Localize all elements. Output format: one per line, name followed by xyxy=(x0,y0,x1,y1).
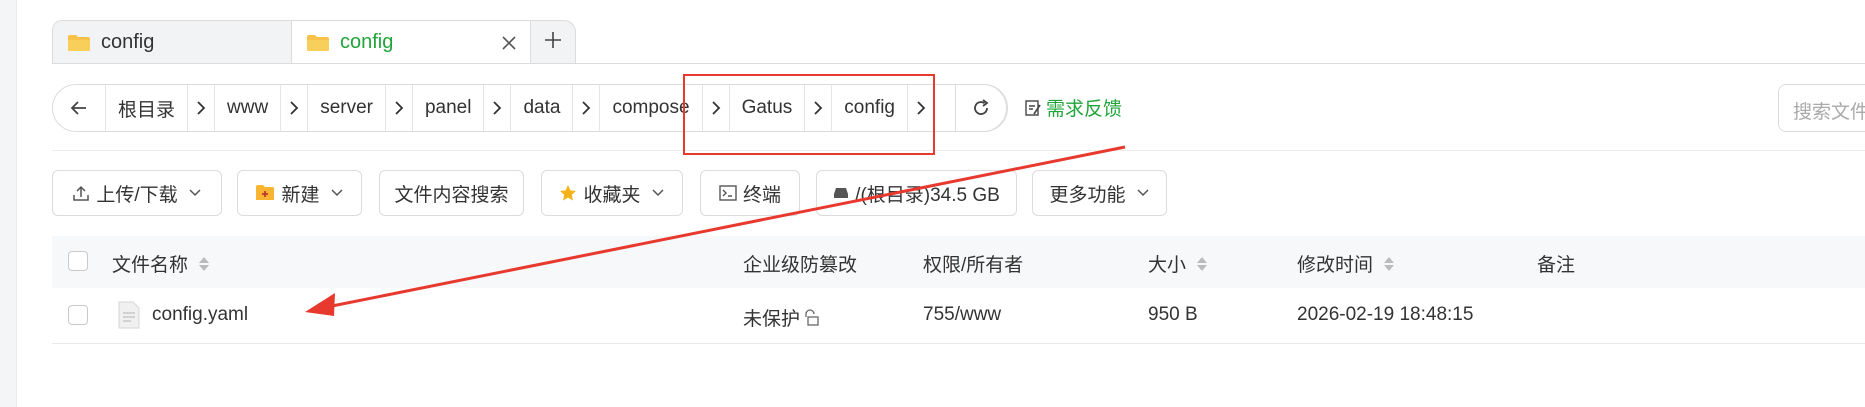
annotation-arrow xyxy=(305,145,1126,316)
